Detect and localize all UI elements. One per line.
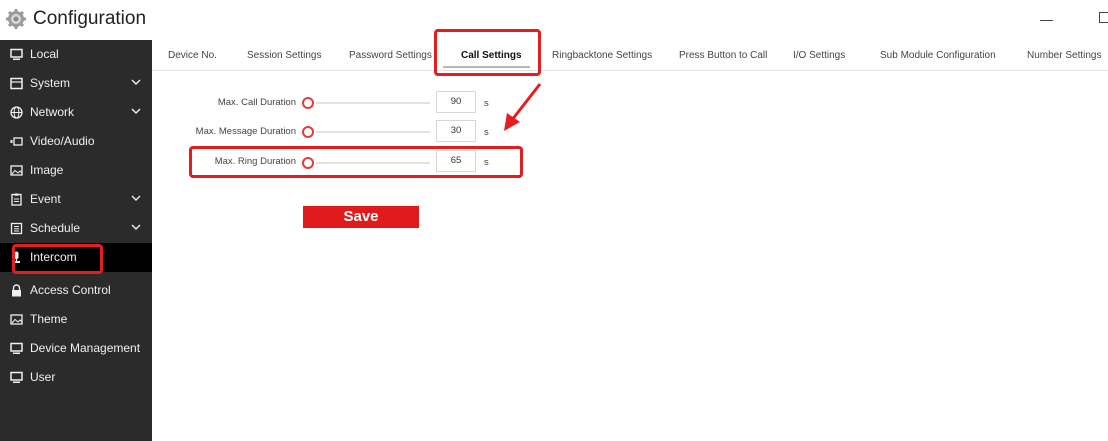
sidebar-item-network[interactable]: Network: [0, 98, 152, 127]
chevron-down-icon: [131, 108, 141, 114]
schedule-icon: [10, 222, 23, 235]
max-ring-duration-input[interactable]: 65: [436, 150, 476, 172]
tab-device-no[interactable]: Device No.: [168, 50, 217, 61]
tab-call-settings[interactable]: Call Settings: [461, 50, 522, 61]
tab-ringbacktone-settings[interactable]: Ringbacktone Settings: [552, 50, 652, 61]
max-message-duration-input[interactable]: 30: [436, 120, 476, 142]
max-call-duration-input[interactable]: 90: [436, 91, 476, 113]
max-ring-duration-unit: s: [484, 157, 489, 168]
gear-logo-icon: [6, 9, 26, 29]
sidebar-item-local[interactable]: Local: [0, 40, 152, 69]
sidebar-item-video-audio[interactable]: Video/Audio: [0, 127, 152, 156]
tab-number-settings[interactable]: Number Settings: [1027, 50, 1101, 61]
tab-io-settings[interactable]: I/O Settings: [793, 50, 845, 61]
event-icon: [11, 193, 22, 206]
max-call-duration-slider-handle[interactable]: [302, 97, 314, 109]
sidebar-item-system[interactable]: System: [0, 69, 152, 98]
annotation-arrow-icon: [504, 83, 542, 131]
max-ring-duration-slider-track[interactable]: [316, 162, 430, 164]
max-call-duration-label: Max. Call Duration: [217, 97, 296, 108]
video-icon: [10, 137, 23, 146]
globe-icon: [10, 106, 23, 119]
tab-press-button-to-call[interactable]: Press Button to Call: [679, 50, 767, 61]
monitor-icon: [10, 371, 23, 383]
tab-password-settings[interactable]: Password Settings: [349, 50, 432, 61]
max-call-duration-slider-track[interactable]: [316, 102, 430, 104]
title-bar: Configuration: [0, 0, 1108, 36]
lock-icon: [12, 284, 21, 297]
image-icon: [10, 314, 23, 325]
chevron-down-icon: [131, 79, 141, 85]
max-message-duration-slider-handle[interactable]: [302, 126, 314, 138]
sidebar: Local System Network Video/Audio Image E…: [0, 40, 152, 441]
max-ring-duration-label: Max. Ring Duration: [214, 156, 296, 167]
tab-bar: Device No. Session Settings Password Set…: [152, 40, 1108, 71]
sidebar-item-event[interactable]: Event: [0, 185, 152, 214]
sidebar-item-image[interactable]: Image: [0, 156, 152, 185]
sidebar-item-schedule[interactable]: Schedule: [0, 214, 152, 243]
max-call-duration-unit: s: [484, 98, 489, 109]
sidebar-item-theme[interactable]: Theme: [0, 305, 152, 334]
active-tab-indicator: [443, 66, 530, 68]
minimize-button[interactable]: [1040, 20, 1053, 21]
system-icon: [10, 77, 23, 90]
max-message-duration-slider-track[interactable]: [316, 131, 430, 133]
max-message-duration-unit: s: [484, 127, 489, 138]
tab-session-settings[interactable]: Session Settings: [247, 50, 322, 61]
microphone-icon: [13, 251, 20, 263]
sidebar-item-access-control[interactable]: Access Control: [0, 276, 152, 305]
chevron-down-icon: [131, 224, 141, 230]
sidebar-item-intercom[interactable]: Intercom: [0, 243, 152, 272]
monitor-icon: [10, 48, 23, 60]
max-message-duration-label: Max. Message Duration: [195, 126, 296, 137]
sidebar-item-device-management[interactable]: Device Management: [0, 334, 152, 363]
max-ring-duration-slider-handle[interactable]: [302, 157, 314, 169]
sidebar-item-user[interactable]: User: [0, 363, 152, 392]
maximize-button[interactable]: [1099, 12, 1108, 23]
monitor-icon: [10, 342, 23, 354]
chevron-down-icon: [131, 195, 141, 201]
app-title: Configuration: [33, 8, 147, 29]
tab-sub-module-configuration[interactable]: Sub Module Configuration: [880, 50, 996, 61]
image-icon: [10, 165, 23, 176]
save-button[interactable]: Save: [303, 206, 419, 228]
